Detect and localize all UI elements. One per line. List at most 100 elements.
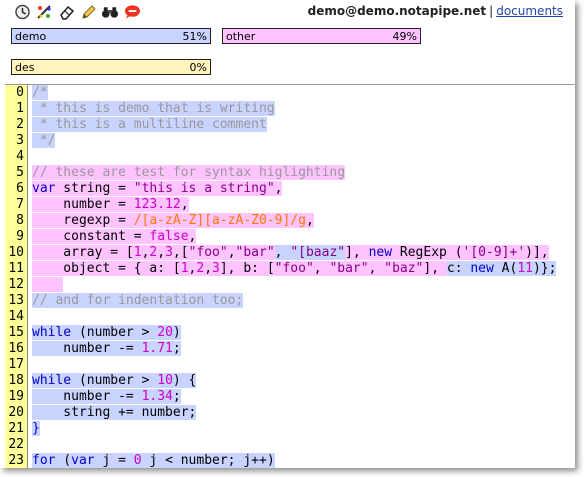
author-name: other	[226, 30, 256, 43]
author-percent: 51%	[182, 30, 207, 43]
code-token: while	[32, 325, 72, 340]
code-line[interactable]: * this is demo that is writing	[32, 101, 575, 117]
code-token: ;	[172, 341, 181, 356]
code-line[interactable]	[32, 277, 575, 293]
code-token: 1	[180, 261, 189, 276]
code-token: var	[71, 453, 95, 468]
code-token: constant =	[32, 229, 150, 244]
code-token: j =	[94, 453, 134, 468]
code-token: * this is a multiline comment	[32, 117, 267, 132]
code-token: )	[172, 325, 181, 340]
documents-link[interactable]: documents	[496, 4, 563, 18]
code-token: 0	[133, 453, 142, 468]
code-token: "bar"	[235, 245, 275, 260]
code-line[interactable]: number -= 1.71;	[32, 341, 575, 357]
line-number: 19	[8, 389, 24, 404]
code-token: ) {	[172, 373, 197, 388]
eraser-icon[interactable]	[57, 4, 75, 20]
code-token: /*	[32, 85, 48, 100]
line-number: 21	[8, 421, 24, 436]
code-token	[32, 277, 64, 292]
code-token: ,	[157, 245, 166, 260]
code-token: ,	[313, 261, 330, 276]
code-token: (	[55, 453, 72, 468]
code-token: }	[32, 421, 40, 436]
code-token: ,	[227, 245, 236, 260]
tool-icons	[13, 4, 141, 20]
pencil-icon[interactable]	[79, 4, 97, 20]
code-line[interactable]: number -= 1.34;	[32, 389, 575, 405]
author-name: demo	[15, 30, 47, 43]
palette-icon[interactable]	[35, 4, 53, 20]
code-token: "foo"	[274, 261, 314, 276]
line-number: 23	[8, 453, 24, 468]
code-token: "baz"	[384, 261, 424, 276]
binoculars-icon[interactable]	[101, 4, 119, 20]
code-area[interactable]: /* * this is demo that is writing * this…	[32, 85, 575, 468]
code-token: "this is a string"	[133, 181, 275, 196]
code-line[interactable]: number = 123.12,	[32, 197, 575, 213]
code-line[interactable]	[32, 357, 575, 373]
code-token: ,	[180, 197, 189, 212]
code-token: 11	[517, 261, 533, 276]
code-line[interactable]: // and for indentation too;	[32, 293, 575, 309]
author-bar-demo[interactable]: demo 51%	[11, 28, 211, 44]
line-number-gutter: 0 1 2 3 4 5 6 7 8 9 10 11 12 13 14 15 16 17 18 19 20 21 22 23	[5, 85, 28, 468]
code-token: */	[32, 133, 56, 148]
code-line[interactable]	[32, 149, 575, 165]
line-number: 22	[8, 437, 24, 452]
author-percent: 49%	[392, 30, 417, 43]
line-number: 9	[16, 229, 24, 244]
code-token: "bar"	[329, 261, 369, 276]
code-line[interactable]: }	[32, 421, 575, 437]
code-token: ,	[274, 181, 283, 196]
code-line[interactable]	[32, 309, 575, 325]
code-line[interactable]: // these are test for syntax higlighting	[32, 165, 575, 181]
code-token: 3	[212, 261, 220, 276]
chat-icon[interactable]	[123, 4, 141, 20]
code-token: c:	[446, 261, 471, 276]
code-token: RegExp (	[392, 245, 463, 260]
code-line[interactable]: while (number > 20)	[32, 325, 575, 341]
code-token: ,	[204, 261, 213, 276]
code-line[interactable]: for (var j = 0 j < number; j++)	[32, 453, 575, 468]
line-number: 13	[8, 293, 24, 308]
code-token: // these are test for syntax higlighting	[32, 165, 346, 180]
author-bar-other[interactable]: other 49%	[222, 28, 421, 44]
code-token: )],	[525, 245, 549, 260]
code-line[interactable]: * this is a multiline comment	[32, 117, 575, 133]
code-token: ,	[305, 213, 314, 228]
code-token: 1.34	[141, 389, 173, 404]
code-line[interactable]: /*	[32, 85, 575, 101]
code-line[interactable]: object = { a: [1,2,3], b: ["foo", "bar",…	[32, 261, 575, 277]
code-line[interactable]: array = [1,2,3,["foo","bar", "[baaz"], n…	[32, 245, 575, 261]
code-line[interactable]: */	[32, 133, 575, 149]
code-token: new	[368, 245, 393, 260]
author-percent: 0%	[189, 61, 207, 74]
code-token: ,[	[172, 245, 189, 260]
line-number: 20	[8, 405, 24, 420]
code-line[interactable]: constant = false,	[32, 229, 575, 245]
code-editor[interactable]: 0 1 2 3 4 5 6 7 8 9 10 11 12 13 14 15 16 17 18 19 20 21 22 23 /…	[5, 84, 575, 468]
line-number: 14	[8, 309, 24, 324]
code-token: number =	[32, 197, 134, 212]
code-line[interactable]	[32, 437, 575, 453]
code-token: )};	[532, 261, 557, 276]
clock-icon[interactable]	[13, 4, 31, 20]
author-bar-des[interactable]: des 0%	[11, 59, 211, 75]
code-token: object = { a: [	[32, 261, 181, 276]
line-number: 10	[8, 245, 24, 260]
code-line[interactable]: var string = "this is a string",	[32, 181, 575, 197]
code-line[interactable]: regexp = /[a-zA-Z][a-zA-Z0-9]/g,	[32, 213, 575, 229]
line-number: 2	[16, 117, 24, 132]
code-token: ,	[368, 261, 385, 276]
user-info: demo@demo.notapipe.net | documents	[308, 4, 563, 18]
line-number: 8	[16, 213, 24, 228]
code-line[interactable]: string += number;	[32, 405, 575, 421]
code-token: array = [	[32, 245, 134, 260]
code-token: A(	[493, 261, 518, 276]
code-token: ,	[274, 245, 291, 260]
code-line[interactable]: while (number > 10) {	[32, 373, 575, 389]
user-email: demo@demo.notapipe.net	[307, 4, 487, 18]
code-token: // and for indentation too;	[32, 293, 244, 308]
